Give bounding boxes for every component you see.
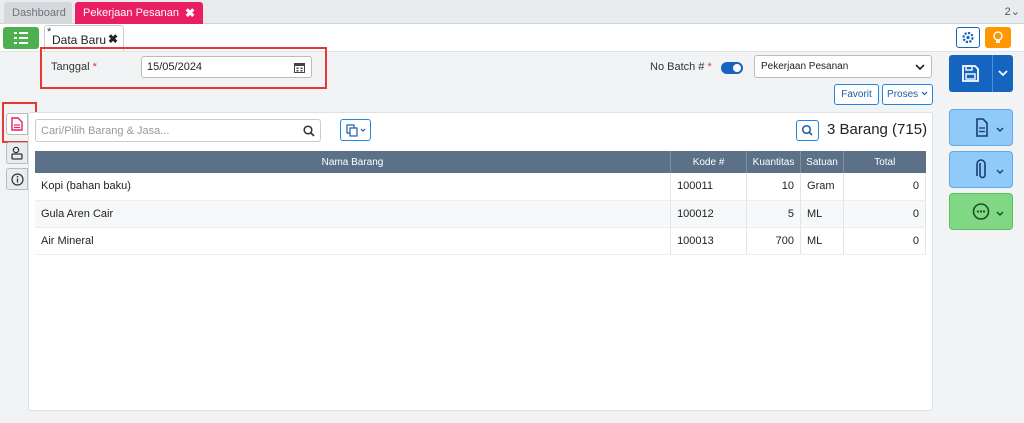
document-icon [11,117,23,131]
gear-icon [962,31,974,44]
chevron-down-icon [915,64,925,71]
paperclip-icon [976,159,1004,179]
batch-label: No Batch # * [650,61,712,73]
settings-button[interactable] [956,27,980,48]
cell-code: 100013 [670,227,748,255]
cell-unit: ML [800,227,844,255]
copy-icon [346,124,366,137]
item-search-input[interactable]: Cari/Pilih Barang & Jasa... [35,119,321,142]
col-header-qty[interactable]: Kuantitas [746,151,802,173]
chevron-down-icon[interactable] [993,55,1013,92]
table-row[interactable]: Air Mineral 100013 700 ML 0 [35,227,926,255]
date-label-text: Tanggal [51,61,90,73]
items-table: Nama Barang Kode # Kuantitas Satuan Tota… [35,151,926,255]
date-label: Tanggal * [51,61,97,73]
cell-qty: 5 [746,200,802,228]
cell-code: 100012 [670,200,748,228]
open-tab-count[interactable]: 2⌄ [1005,5,1020,18]
floppy-disk-icon [962,65,979,82]
date-input[interactable]: 15/05/2024 [141,56,312,78]
save-button[interactable] [949,55,1013,92]
copy-items-button[interactable] [340,119,371,141]
cell-unit: Gram [800,173,844,201]
batch-label-text: No Batch # [650,61,705,73]
search-placeholder: Cari/Pilih Barang & Jasa... [41,125,170,137]
close-doc-icon[interactable]: ✖ [108,32,118,46]
tips-button[interactable] [985,27,1011,48]
cell-total: 0 [843,173,926,201]
chevron-down-icon [921,91,928,96]
lightbulb-icon [993,31,1003,43]
col-header-unit[interactable]: Satuan [800,151,844,173]
unsaved-marker: * [47,26,52,38]
person-lock-icon [11,146,23,160]
required-mark: * [707,61,712,73]
side-tab-items[interactable] [6,113,28,135]
batch-toggle[interactable] [721,62,743,74]
cell-total: 0 [843,227,926,255]
close-tab-icon[interactable]: ✖ [185,2,195,24]
list-icon [14,32,28,44]
table-row[interactable]: Gula Aren Cair 100012 5 ML 0 [35,200,926,228]
item-count: 3 Barang (715) [827,121,928,138]
type-select[interactable]: Pekerjaan Pesanan [754,55,932,78]
cell-qty: 10 [746,173,802,201]
more-actions-button[interactable] [949,193,1013,230]
info-icon [10,173,24,186]
doc-tab-label: Data Baru [52,33,107,47]
cell-code: 100011 [670,173,748,201]
cell-unit: ML [800,200,844,228]
type-select-value: Pekerjaan Pesanan [761,61,849,72]
item-lookup-button[interactable] [796,120,819,141]
col-header-code[interactable]: Kode # [670,151,748,173]
calendar-icon[interactable] [294,62,305,73]
required-mark: * [92,61,97,73]
search-icon [801,124,813,136]
table-row[interactable]: Kopi (bahan baku) 100011 10 Gram 0 [35,173,926,201]
menu-list-button[interactable] [3,27,39,49]
cell-name: Air Mineral [35,227,672,255]
cell-qty: 700 [746,227,802,255]
cell-name: Kopi (bahan baku) [35,173,672,201]
search-icon[interactable] [303,125,315,137]
favorite-button[interactable]: Favorit [834,84,879,105]
col-header-name[interactable]: Nama Barang [35,151,672,173]
date-value: 15/05/2024 [147,61,203,73]
attachment-button[interactable] [949,151,1013,188]
ellipsis-circle-icon [972,203,1004,220]
tab-dashboard[interactable]: Dashboard [4,2,72,24]
document-actions-button[interactable] [949,109,1013,146]
side-tab-access[interactable] [6,142,28,164]
tab-label: Pekerjaan Pesanan [83,7,180,19]
document-icon [976,118,1004,137]
cell-name: Gula Aren Cair [35,200,672,228]
process-label: Proses [887,89,919,100]
side-tab-info[interactable] [6,168,28,190]
col-header-total[interactable]: Total [843,151,926,173]
cell-total: 0 [843,200,926,228]
top-tab-bar: Dashboard Pekerjaan Pesanan ✖ 2⌄ [0,0,1024,24]
process-button[interactable]: Proses [882,84,933,105]
tab-pekerjaan-pesanan[interactable]: Pekerjaan Pesanan ✖ [75,2,203,24]
